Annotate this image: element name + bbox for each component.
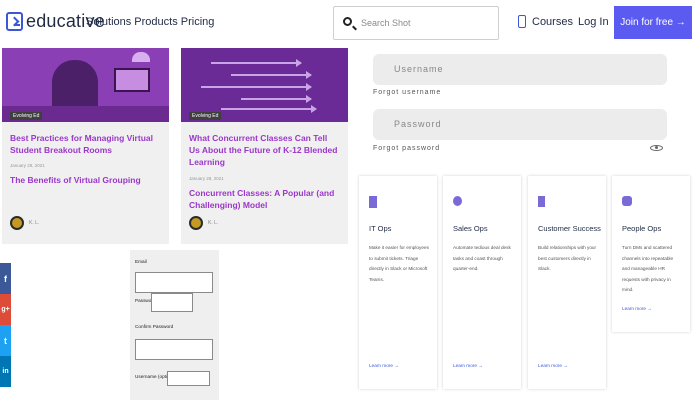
email-field[interactable]	[135, 272, 213, 293]
signup-form: Email Password Confirm Password Username…	[130, 250, 219, 400]
blog-title[interactable]: What Concurrent Classes Can Tell Us Abou…	[189, 132, 339, 168]
join-for-free-button[interactable]: Join for free →	[614, 6, 692, 39]
feature-description: Turn DMs and scattered channels into rep…	[622, 245, 674, 292]
blog-date: January 28, 2021	[10, 163, 45, 168]
password-field[interactable]	[151, 293, 193, 312]
category-badge: Evolving Ed	[10, 112, 43, 120]
feature-card-it-ops[interactable]: IT Ops Make it easier for employees to s…	[359, 176, 437, 389]
forgot-username-link[interactable]: Forgot username	[373, 89, 441, 96]
feature-description: Automate tedious deal desk tasks and coa…	[453, 245, 511, 271]
blog-date: January 28, 2021	[189, 176, 224, 181]
username-placeholder: Username	[394, 64, 444, 74]
search-box[interactable]: Search Shot	[333, 6, 499, 40]
email-label: Email	[135, 259, 147, 264]
feature-card-sales-ops[interactable]: Sales Ops Automate tedious deal desk tas…	[443, 176, 521, 389]
blog-subtitle[interactable]: Concurrent Classes: A Popular (and Chall…	[189, 187, 343, 211]
blog-subtitle[interactable]: The Benefits of Virtual Grouping	[10, 174, 164, 186]
mobile-device-icon	[518, 15, 526, 28]
author-name: K. L.	[29, 220, 40, 226]
category-badge: Evolving Ed	[189, 112, 222, 120]
feature-title: Customer Success	[538, 224, 601, 233]
facebook-icon: f	[4, 273, 7, 284]
feature-title: People Ops	[622, 224, 662, 233]
avatar	[10, 216, 24, 230]
top-navigation-bar: educative Solutions Products Pricing Sea…	[0, 0, 700, 46]
people-icon	[622, 196, 632, 206]
flag-icon	[538, 196, 545, 207]
search-icon	[343, 17, 352, 26]
password-placeholder: Password	[394, 119, 442, 129]
username-field[interactable]	[167, 371, 210, 386]
learn-more-link[interactable]: Learn more →	[453, 363, 483, 368]
blog-title[interactable]: Best Practices for Managing Virtual Stud…	[10, 132, 160, 156]
main-nav-links[interactable]: Solutions Products Pricing	[86, 16, 214, 28]
learn-more-link[interactable]: Learn more →	[538, 363, 568, 368]
learn-more-link[interactable]: Learn more →	[369, 363, 399, 368]
linkedin-share-button[interactable]: in	[0, 356, 11, 387]
google-plus-icon: g+	[1, 306, 10, 313]
facebook-share-button[interactable]: f	[0, 263, 11, 294]
blog-card[interactable]: Evolving Ed Best Practices for Managing …	[2, 48, 169, 244]
confirm-password-label: Confirm Password	[135, 324, 174, 329]
blog-card[interactable]: Evolving Ed What Concurrent Classes Can …	[181, 48, 348, 244]
login-link[interactable]: Log In	[578, 16, 609, 28]
show-password-icon[interactable]	[650, 145, 663, 151]
password-field[interactable]: Password	[373, 109, 667, 140]
document-icon	[369, 196, 377, 208]
username-field[interactable]: Username	[373, 54, 667, 85]
twitter-share-button[interactable]: t	[0, 325, 11, 356]
confirm-password-field[interactable]	[135, 339, 213, 360]
avatar	[189, 216, 203, 230]
courses-label: Courses	[532, 15, 573, 28]
feature-description: Make it easier for employees to submit t…	[369, 245, 429, 282]
search-input[interactable]: Search Shot	[361, 18, 411, 28]
linkedin-icon: in	[2, 368, 9, 375]
feature-title: IT Ops	[369, 224, 392, 233]
author-info: K. L.	[10, 216, 39, 230]
feature-card-people-ops[interactable]: People Ops Turn DMs and scattered channe…	[612, 176, 690, 332]
blog-thumbnail-image	[2, 48, 169, 122]
coin-icon	[453, 196, 462, 206]
author-name: K. L.	[208, 220, 219, 226]
feature-card-customer-success[interactable]: Customer Success Build relationships wit…	[528, 176, 606, 389]
feature-description: Build relationships with your best custo…	[538, 245, 597, 271]
forgot-password-link[interactable]: Forgot password	[373, 145, 440, 152]
author-info: K. L.	[189, 216, 218, 230]
blog-thumbnail-image	[181, 48, 348, 122]
twitter-icon: t	[4, 335, 7, 346]
courses-link[interactable]: Courses	[518, 15, 573, 28]
educative-logo-icon	[6, 12, 23, 31]
feature-title: Sales Ops	[453, 224, 488, 233]
google-plus-share-button[interactable]: g+	[0, 294, 11, 325]
page: educative Solutions Products Pricing Sea…	[0, 0, 700, 400]
learn-more-link[interactable]: Learn more →	[622, 306, 652, 311]
